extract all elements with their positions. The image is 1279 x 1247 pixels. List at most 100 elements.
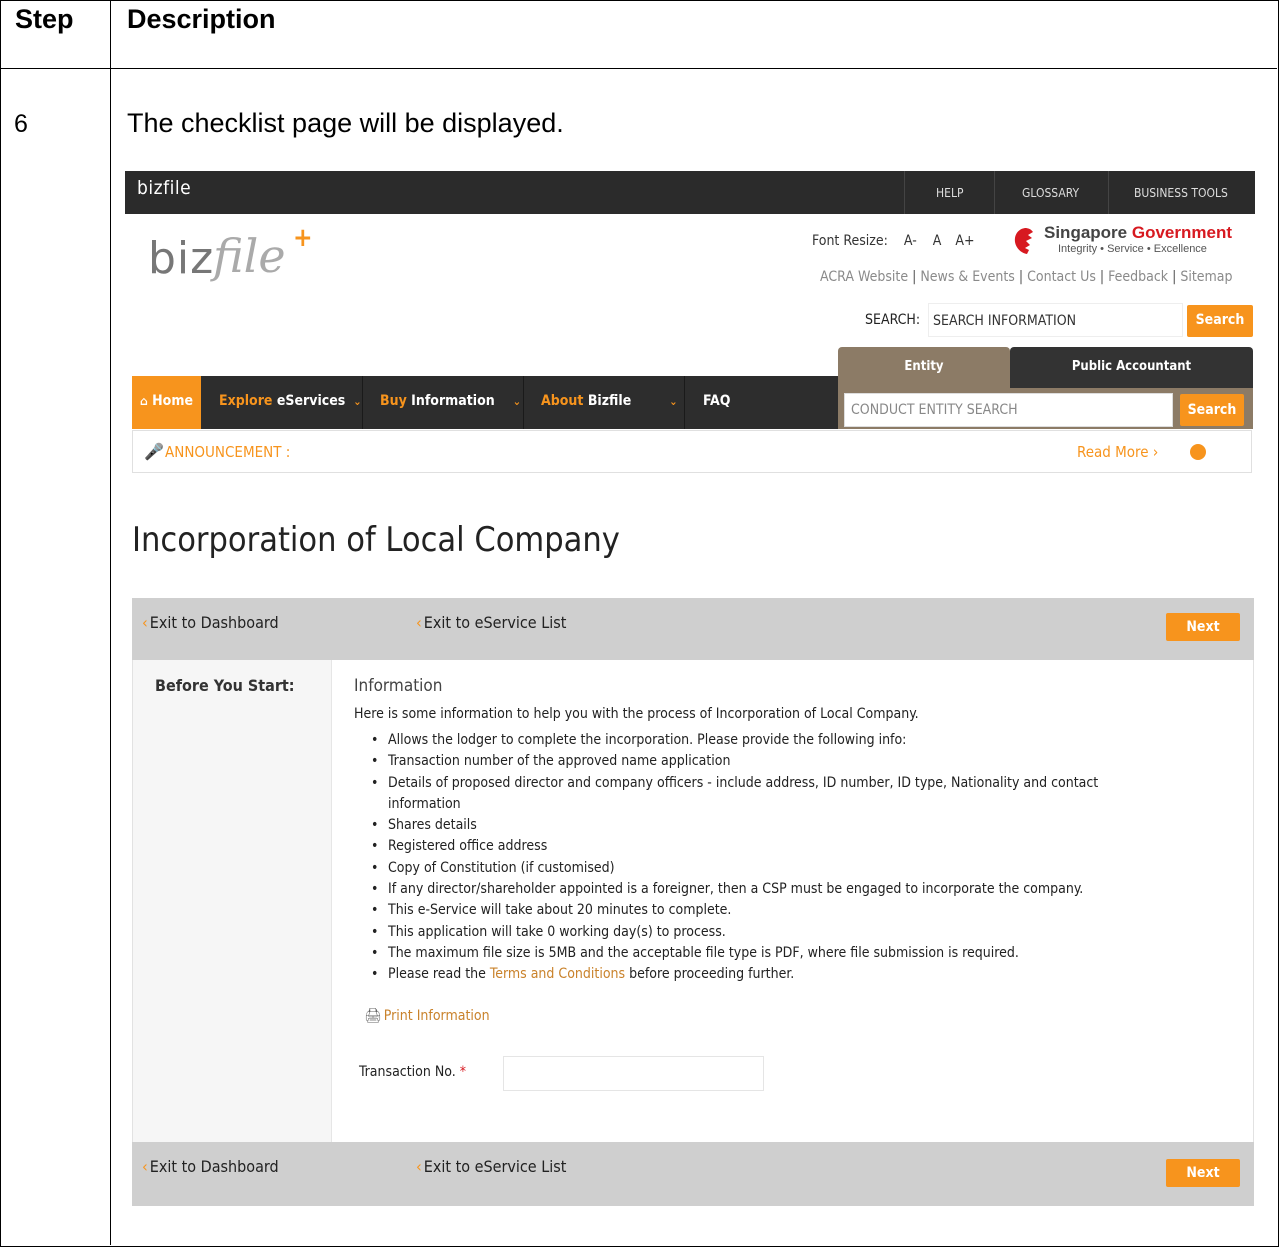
font-smaller-button[interactable]: A-	[904, 233, 917, 249]
exit-list-label: Exit to eService List	[423, 1157, 567, 1176]
nav-buy-information[interactable]: Buy Information ⌄	[380, 376, 521, 429]
chevron-down-icon: ⌄	[353, 395, 362, 408]
top-bar-divider	[904, 171, 905, 214]
action-bar-top: ‹ Exit to Dashboard ‹ Exit to eService Lis…	[132, 598, 1254, 660]
announcement-bar: 🎤 ANNOUNCEMENT : Read More ›	[132, 430, 1252, 473]
information-heading: Information	[354, 676, 443, 696]
chevron-left-icon: ‹	[142, 1157, 148, 1176]
printer-icon: 🖨	[364, 1008, 382, 1024]
list-item: This e-Service will take about 20 minute…	[371, 900, 1171, 922]
exit-to-dashboard-link[interactable]: ‹ Exit to Dashboard	[142, 613, 279, 632]
link-separator: |	[912, 269, 917, 285]
table-column-divider	[110, 0, 111, 1245]
contact-us-link[interactable]: Contact Us	[1027, 269, 1096, 285]
sg-gov-word1: Singapore	[1044, 223, 1128, 242]
next-button[interactable]: Next	[1166, 613, 1240, 641]
list-item-terms: Please read the Terms and Conditions bef…	[371, 964, 1171, 986]
nav-explore-word: Explore	[219, 393, 273, 409]
sg-gov-word2: Government	[1131, 223, 1232, 242]
list-item: Shares details	[371, 815, 1171, 837]
nav-divider	[684, 376, 685, 429]
nav-divider	[523, 376, 524, 429]
nav-explore-eservices[interactable]: Explore eServices ⌄	[219, 376, 362, 429]
search-button[interactable]: Search	[1187, 305, 1253, 337]
top-bar-divider	[1108, 171, 1109, 214]
step-description: The checklist page will be displayed.	[127, 108, 564, 138]
main-nav: ⌂ Home Explore eServices ⌄ Buy Informatio…	[132, 376, 838, 429]
logo-plus-icon: +	[293, 223, 313, 253]
header-description: Description	[127, 4, 276, 34]
link-separator: |	[1099, 269, 1105, 285]
list-item: If any director/shareholder appointed is…	[371, 879, 1171, 901]
nav-faq[interactable]: FAQ	[703, 376, 730, 429]
page-title: Incorporation of Local Company	[132, 520, 620, 560]
search-input[interactable]: SEARCH INFORMATION	[928, 303, 1183, 337]
announcement-label: ANNOUNCEMENT :	[165, 443, 291, 461]
terms-post-text: before proceeding further.	[625, 966, 795, 983]
chevron-down-icon: ⌄	[669, 395, 678, 408]
font-resize-label: Font Resize:	[812, 233, 888, 249]
business-tools-link[interactable]: BUSINESS TOOLS	[1134, 186, 1228, 200]
list-item: Transaction number of the approved name …	[371, 751, 1171, 773]
bizfile-logo[interactable]: biz file +	[133, 223, 313, 287]
tab-public-accountant[interactable]: Public Accountant	[1010, 347, 1253, 388]
logo-file-text: file	[213, 229, 286, 283]
top-bar-divider	[994, 171, 995, 214]
information-list: Allows the lodger to complete the incorp…	[371, 730, 1171, 986]
nav-home[interactable]: ⌂ Home	[132, 376, 201, 429]
print-information-link[interactable]: 🖨 Print Information	[364, 1008, 490, 1024]
next-button[interactable]: Next	[1166, 1159, 1240, 1187]
before-you-start-label: Before You Start:	[155, 676, 295, 695]
news-events-link[interactable]: News & Events	[920, 269, 1015, 285]
chevron-down-icon: ⌄	[512, 395, 522, 408]
nav-divider	[362, 376, 363, 429]
transaction-no-label: Transaction No. *	[359, 1064, 466, 1080]
nav-home-label: Home	[152, 393, 193, 409]
chevron-left-icon: ‹	[142, 613, 148, 632]
sidebar: Before You Start:	[133, 660, 332, 1142]
table-header-divider	[0, 68, 1277, 69]
nav-eservices-word: eServices	[276, 393, 346, 409]
list-item: This application will take 0 working day…	[371, 922, 1171, 944]
exit-list-label: Exit to eService List	[423, 613, 567, 632]
terms-and-conditions-link[interactable]: Terms and Conditions	[490, 966, 625, 982]
brand-text: bizfile	[137, 177, 192, 199]
microphone-icon: 🎤	[144, 442, 164, 461]
top-bar: bizfile HELP GLOSSARY BUSINESS TOOLS	[125, 171, 1255, 214]
nav-buy-word: Buy	[380, 393, 407, 409]
exit-to-eservice-list-link[interactable]: ‹ Exit to eService List	[416, 1157, 566, 1176]
terms-pre-text: Please read the	[388, 966, 490, 983]
list-item: Details of proposed director and company…	[371, 773, 1171, 816]
announcement-toggle-icon[interactable]	[1190, 444, 1206, 460]
font-normal-button[interactable]: A	[933, 233, 942, 249]
exit-dashboard-label: Exit to Dashboard	[149, 613, 279, 632]
sg-gov-tagline: Integrity • Service • Excellence	[1058, 243, 1207, 255]
read-more-link[interactable]: Read More ›	[1077, 443, 1158, 461]
exit-to-eservice-list-link[interactable]: ‹ Exit to eService List	[416, 613, 566, 632]
print-information-label: Print Information	[383, 1008, 490, 1024]
search-label: SEARCH:	[865, 312, 921, 328]
acra-website-link[interactable]: ACRA Website	[820, 269, 908, 285]
font-larger-button[interactable]: A+	[955, 233, 974, 249]
nav-bizfile-word: Bizfile	[587, 393, 632, 409]
feedback-link[interactable]: Feedback	[1108, 269, 1168, 285]
transaction-no-input[interactable]	[503, 1056, 764, 1091]
nav-information-word: Information	[411, 393, 495, 409]
step-number: 6	[14, 110, 28, 138]
lion-head-icon	[1014, 228, 1033, 254]
sg-gov-title: Singapore Government	[1044, 223, 1232, 243]
list-item: The maximum file size is 5MB and the acc…	[371, 943, 1171, 965]
help-link[interactable]: HELP	[936, 186, 963, 200]
sitemap-link[interactable]: Sitemap	[1180, 269, 1232, 285]
glossary-link[interactable]: GLOSSARY	[1022, 186, 1079, 200]
chevron-left-icon: ‹	[416, 613, 422, 632]
exit-to-dashboard-link[interactable]: ‹ Exit to Dashboard	[142, 1157, 279, 1176]
checklist-content: Before You Start: Information Here is so…	[132, 660, 1254, 1142]
tab-entity[interactable]: Entity	[838, 347, 1010, 388]
header-step: Step	[15, 4, 74, 34]
nav-about-bizfile[interactable]: About Bizfile ⌄	[541, 376, 678, 429]
entity-search-input[interactable]: CONDUCT ENTITY SEARCH	[844, 393, 1173, 427]
chevron-left-icon: ‹	[416, 1157, 422, 1176]
bizfile-screenshot: bizfile HELP GLOSSARY BUSINESS TOOLS biz…	[125, 171, 1255, 1216]
entity-search-button[interactable]: Search	[1180, 394, 1244, 426]
